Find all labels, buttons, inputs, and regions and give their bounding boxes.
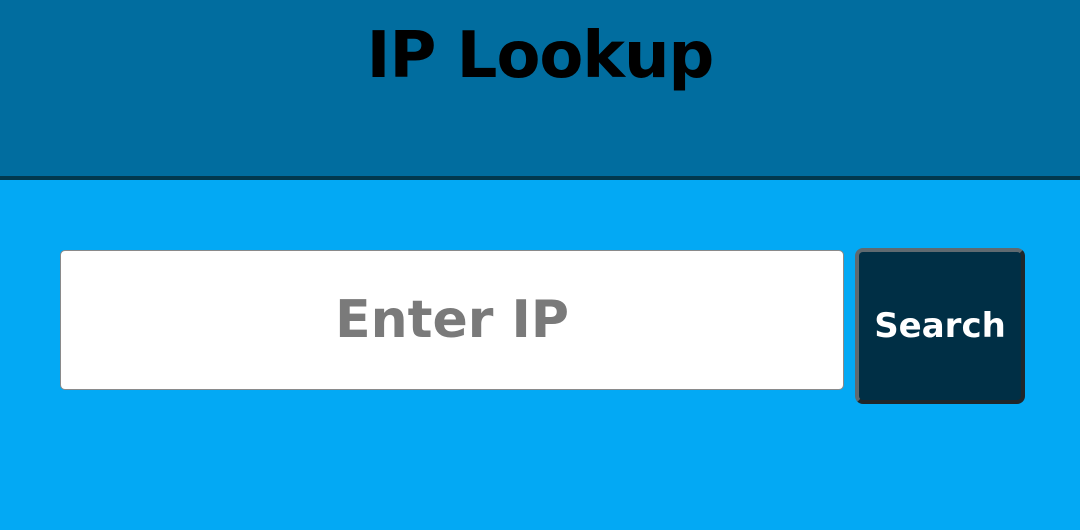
ip-address-input[interactable] <box>60 250 844 390</box>
search-form: Search <box>60 248 1026 408</box>
ip-lookup-app: IP Lookup Search <box>0 0 1080 530</box>
page-header: IP Lookup <box>0 0 1080 180</box>
search-button[interactable]: Search <box>855 248 1025 404</box>
page-title: IP Lookup <box>366 19 715 93</box>
